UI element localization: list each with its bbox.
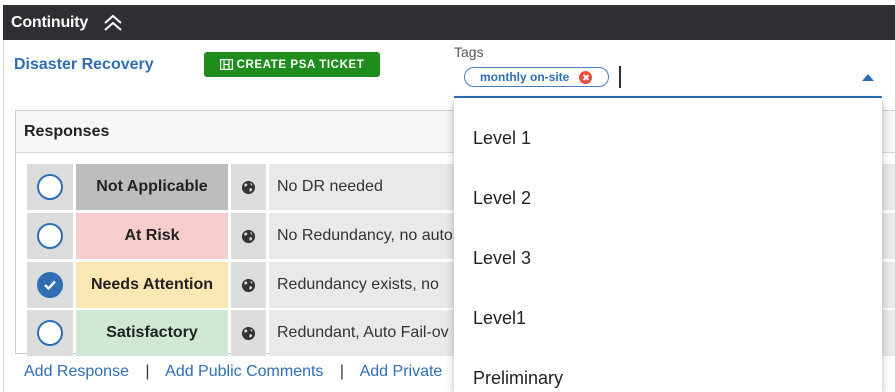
visibility-cell bbox=[231, 310, 266, 356]
section-header: Continuity bbox=[3, 5, 895, 40]
globe-icon[interactable] bbox=[241, 180, 256, 195]
radio-cell bbox=[27, 310, 73, 356]
create-psa-ticket-label: CREATE PSA TICKET bbox=[236, 58, 365, 71]
tags-dropdown-menu: Level 1 Level 2 Level 3 Level1 Prelimina… bbox=[454, 98, 882, 392]
response-label: Not Applicable bbox=[76, 164, 228, 210]
tags-label: Tags bbox=[454, 44, 484, 60]
tag-chip: monthly on-site bbox=[464, 67, 609, 87]
dropdown-option[interactable]: Level1 bbox=[454, 288, 882, 348]
globe-icon[interactable] bbox=[241, 326, 256, 341]
link-separator: | bbox=[339, 363, 345, 380]
link-separator: | bbox=[145, 363, 150, 380]
tags-input[interactable]: monthly on-site bbox=[454, 62, 882, 98]
radio-cell bbox=[27, 213, 73, 259]
checkmark-icon bbox=[44, 280, 56, 291]
visibility-cell bbox=[231, 213, 266, 259]
remove-tag-icon[interactable] bbox=[579, 71, 592, 84]
globe-icon[interactable] bbox=[241, 278, 256, 293]
action-links: Add Response | Add Public Comments | Add… bbox=[24, 363, 442, 381]
response-radio-selected[interactable] bbox=[37, 272, 63, 298]
add-private-link[interactable]: Add Private bbox=[360, 363, 443, 380]
collapse-chevron-icon[interactable] bbox=[102, 12, 124, 34]
response-label: Satisfactory bbox=[76, 310, 228, 356]
response-radio[interactable] bbox=[37, 320, 63, 346]
header-title: Continuity bbox=[11, 13, 89, 31]
visibility-cell bbox=[231, 262, 266, 308]
tag-chip-label: monthly on-site bbox=[480, 70, 570, 84]
add-response-link[interactable]: Add Response bbox=[24, 363, 129, 380]
response-label: At Risk bbox=[76, 213, 228, 259]
section-title: Disaster Recovery bbox=[14, 56, 154, 73]
add-public-comments-link[interactable]: Add Public Comments bbox=[165, 363, 323, 380]
globe-icon[interactable] bbox=[241, 229, 256, 244]
dropdown-option[interactable]: Preliminary bbox=[454, 348, 882, 392]
dropdown-toggle-icon[interactable] bbox=[862, 74, 874, 81]
response-radio[interactable] bbox=[37, 174, 63, 200]
text-cursor bbox=[619, 66, 621, 88]
radio-cell bbox=[27, 164, 73, 210]
dropdown-option[interactable]: Level 3 bbox=[454, 228, 882, 288]
ticket-icon bbox=[219, 59, 233, 70]
dropdown-option[interactable]: Level 1 bbox=[454, 108, 882, 168]
radio-cell bbox=[27, 262, 73, 308]
create-psa-ticket-button[interactable]: CREATE PSA TICKET bbox=[204, 52, 380, 77]
response-label: Needs Attention bbox=[76, 262, 228, 308]
dropdown-option[interactable]: Level 2 bbox=[454, 168, 882, 228]
response-radio[interactable] bbox=[37, 223, 63, 249]
visibility-cell bbox=[231, 164, 266, 210]
